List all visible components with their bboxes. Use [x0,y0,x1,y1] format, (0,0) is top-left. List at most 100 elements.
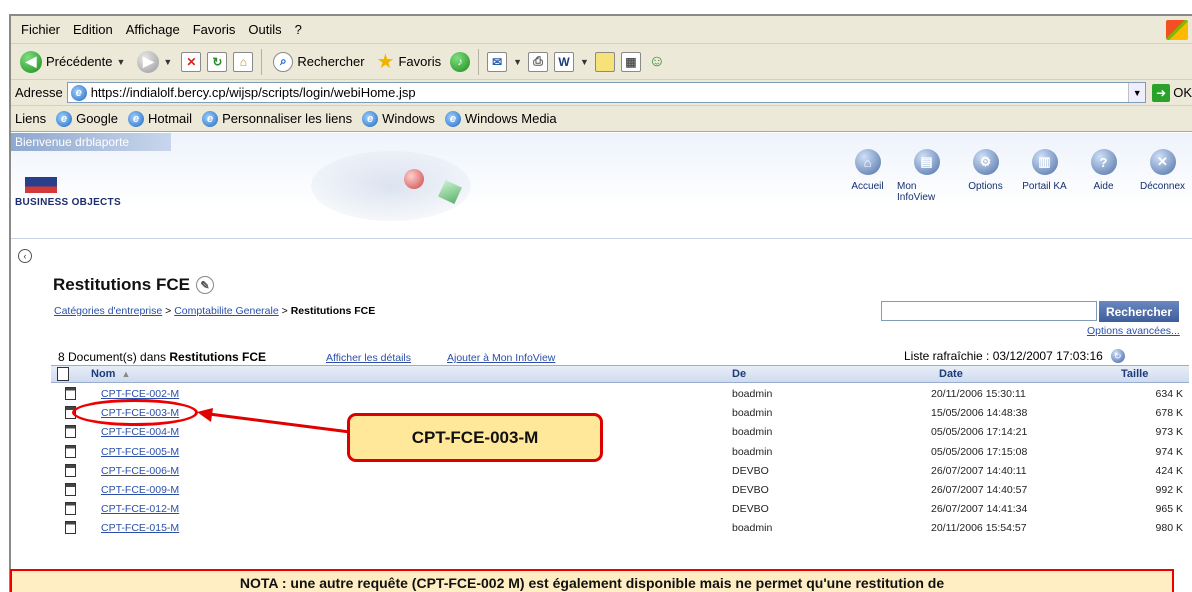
breadcrumb-categories[interactable]: Catégories d'entreprise [54,305,162,317]
column-name[interactable]: Nom ▲ [91,368,130,380]
page-title-text: Restitutions FCE [53,275,190,294]
search-input[interactable] [881,301,1097,321]
cell-date: 20/11/2006 15:54:57 [931,522,1027,535]
cell-date: 20/11/2006 15:30:11 [931,388,1026,400]
nota-banner: NOTA : une autre requête (CPT-FCE-002 M)… [10,569,1174,592]
address-dropdown-icon[interactable]: ▼ [1128,83,1146,102]
column-from[interactable]: De [732,368,746,380]
link-windows-label: Windows [382,111,435,126]
report-icon [65,521,76,535]
refresh-icon[interactable]: ↻ [1110,349,1125,363]
menu-affichage[interactable]: Affichage [126,22,180,37]
breadcrumb-current: Restitutions FCE [290,305,376,317]
document-link[interactable]: CPT-FCE-009-M [101,484,179,496]
address-url: https://indialolf.bercy.cp/wijsp/scripts… [90,85,416,100]
messenger-icon[interactable]: ☺ [647,52,667,72]
link-google[interactable]: e Google [56,110,118,127]
nav-accueil[interactable]: ⌂ Accueil [838,149,897,203]
link-personnaliser[interactable]: e Personnaliser les liens [202,110,352,127]
link-windows-media[interactable]: e Windows Media [444,110,557,127]
bo-header: Bienvenue drblaporte BUSINESS OBJECTS ⌂ … [11,133,1192,239]
forward-button[interactable]: ▶ ▼ [134,48,175,76]
column-size[interactable]: Taille [1121,368,1148,380]
document-link[interactable]: CPT-FCE-015-M [101,522,179,534]
edit-pencil-icon[interactable]: ✎ [195,276,214,294]
ie-page-icon: e [202,110,219,127]
cell-from: DEVBO [732,464,769,477]
document-link[interactable]: CPT-FCE-006-M [101,465,179,477]
table-row: CPT-FCE-009-M DEVBO 26/07/2007 14:40:57 … [51,481,1189,500]
link-windows[interactable]: e Windows [362,110,435,127]
show-details-link[interactable]: Afficher les détails [326,352,411,364]
column-date[interactable]: Date [939,368,963,380]
search-submit-button[interactable]: Rechercher [1099,301,1179,322]
table-header: Nom ▲ De Date Taille [51,365,1189,383]
stop-icon[interactable]: ✕ [181,51,202,72]
highlight-oval [72,399,198,426]
star-icon: ★ [376,51,395,73]
nav-options[interactable]: ⚙ Options [956,149,1015,203]
menu-outils[interactable]: Outils [248,22,281,37]
collapse-icon[interactable]: ‹ [18,249,32,263]
nav-mon-infoview[interactable]: ▤ Mon InfoView [897,149,956,203]
breadcrumb-separator: > [165,305,175,317]
arrow-head [197,408,213,422]
cell-from: DEVBO [732,483,769,496]
media-icon[interactable]: ♪ [450,51,471,72]
home-icon[interactable]: ⌂ [233,51,254,72]
cell-size: 424 K [1155,464,1183,477]
favorites-button[interactable]: ★ Favoris [374,48,445,76]
back-label: Précédente [46,54,113,69]
cell-date: 15/05/2006 14:48:38 [931,407,1028,420]
back-button[interactable]: ◀ Précédente ▼ [17,48,128,76]
report-icon [65,425,76,439]
folder-icon[interactable] [594,51,615,72]
menu-edition[interactable]: Edition [73,22,113,37]
cell-size: 965 K [1155,503,1183,516]
address-input[interactable]: e https://indialolf.bercy.cp/wijsp/scrip… [66,82,1147,103]
refresh-text: Liste rafraîchie : 03/12/2007 17:03:16 [904,349,1103,363]
annotation-callout: CPT-FCE-003-M [347,413,603,462]
print-icon[interactable]: ⎙ [528,51,549,72]
cell-date: 05/05/2006 17:15:08 [931,445,1028,458]
document-link[interactable]: CPT-FCE-004-M [101,426,179,438]
forward-arrow-icon: ▶ [137,50,160,73]
menu-fichier[interactable]: Fichier [21,22,60,37]
decorative-ball-icon [404,169,424,189]
cell-size: 980 K [1155,522,1183,535]
menu-help[interactable]: ? [295,22,302,37]
report-icon [65,444,76,458]
breadcrumb: Catégories d'entreprise > Comptabilite G… [54,305,375,317]
table-row: CPT-FCE-005-M boadmin 05/05/2006 17:15:0… [51,443,1189,462]
bo-logo-icon [25,177,57,193]
nav-mon-infoview-label: Mon InfoView [897,181,936,203]
infoview-icon: ▤ [913,149,940,175]
nav-deconnexion[interactable]: ✕ Déconnex [1133,149,1192,203]
link-windows-media-label: Windows Media [464,111,557,126]
document-link[interactable]: CPT-FCE-005-M [101,446,179,458]
ie-page-icon: e [128,110,144,127]
bo-logo-text: BUSINESS OBJECTS [15,197,121,208]
add-to-infoview-link[interactable]: Ajouter à Mon InfoView [447,352,555,364]
go-button[interactable]: ➜ OK [1152,83,1192,102]
word-icon[interactable]: W [554,51,575,72]
word-dropdown-icon[interactable]: ▼ [580,57,589,67]
search-button[interactable]: ⌕ Rechercher [270,48,367,76]
mail-icon[interactable]: ✉ [487,51,508,72]
forward-dropdown-icon[interactable]: ▼ [163,57,172,67]
cell-size: 973 K [1155,426,1183,439]
document-link[interactable]: CPT-FCE-012-M [101,503,179,515]
refresh-icon[interactable]: ↻ [207,51,228,72]
advanced-options-link[interactable]: Options avancées... [1087,325,1180,337]
back-dropdown-icon[interactable]: ▼ [117,57,126,67]
cell-from: DEVBO [732,503,769,516]
nav-portail-ka[interactable]: ▥ Portail KA [1015,149,1074,203]
options-icon: ⚙ [972,149,999,175]
mail-dropdown-icon[interactable]: ▼ [513,57,522,67]
link-hotmail[interactable]: e Hotmail [128,110,192,127]
nav-aide[interactable]: ? Aide [1074,149,1133,203]
menu-favoris[interactable]: Favoris [193,22,236,37]
breadcrumb-comptabilite[interactable]: Comptabilite Generale [174,305,278,317]
research-icon[interactable]: ▦ [620,51,641,72]
doc-count-folder: Restitutions FCE [169,350,267,364]
